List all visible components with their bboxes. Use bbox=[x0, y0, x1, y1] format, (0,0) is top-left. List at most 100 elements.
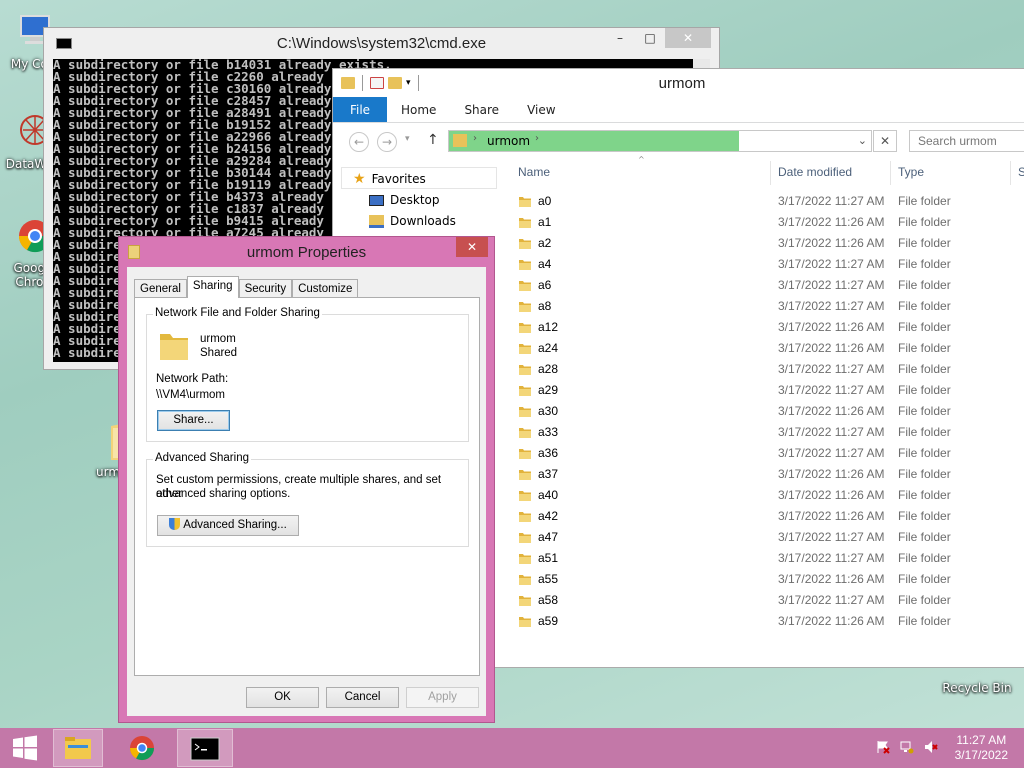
taskbar-explorer[interactable] bbox=[53, 729, 103, 767]
volume-muted-icon[interactable] bbox=[924, 740, 938, 754]
nav-item-desktop[interactable]: Desktop bbox=[369, 193, 440, 207]
file-type: File folder bbox=[898, 278, 951, 292]
file-row[interactable]: a30 3/17/2022 11:26 AM File folder bbox=[518, 401, 1024, 422]
path-input[interactable]: › urmom › ⌄ bbox=[448, 130, 872, 152]
file-name: a51 bbox=[538, 551, 559, 565]
tab-file[interactable]: File bbox=[333, 97, 387, 122]
file-row[interactable]: a36 3/17/2022 11:27 AM File folder bbox=[518, 443, 1024, 464]
file-type: File folder bbox=[898, 299, 951, 313]
recent-locations-button[interactable]: ▾ bbox=[405, 134, 410, 144]
file-row[interactable]: a0 3/17/2022 11:27 AM File folder bbox=[518, 191, 1024, 212]
back-button[interactable]: ← bbox=[349, 132, 369, 152]
nav-item-downloads[interactable]: Downloads bbox=[369, 214, 456, 228]
folder-icon bbox=[519, 344, 531, 354]
advanced-sharing-button[interactable]: Advanced Sharing... bbox=[157, 515, 299, 536]
file-row[interactable]: a37 3/17/2022 11:26 AM File folder bbox=[518, 464, 1024, 485]
network-icon[interactable] bbox=[900, 740, 914, 754]
column-divider[interactable] bbox=[770, 161, 771, 185]
column-header-size[interactable]: S bbox=[1018, 165, 1024, 179]
chevron-down-icon[interactable]: ⌄ bbox=[858, 134, 867, 147]
file-row[interactable]: a24 3/17/2022 11:26 AM File folder bbox=[518, 338, 1024, 359]
file-row[interactable]: a2 3/17/2022 11:26 AM File folder bbox=[518, 233, 1024, 254]
tab-share[interactable]: Share bbox=[450, 97, 513, 122]
close-button[interactable]: ✕ bbox=[456, 237, 488, 257]
column-header-name[interactable]: Name bbox=[518, 165, 550, 179]
taskbar-cmd[interactable] bbox=[177, 729, 233, 767]
properties-dialog[interactable]: urmom Properties ✕ General Sharing Secur… bbox=[118, 236, 495, 723]
file-type: File folder bbox=[898, 614, 951, 628]
file-row[interactable]: a1 3/17/2022 11:26 AM File folder bbox=[518, 212, 1024, 233]
clock[interactable]: 11:27 AM 3/17/2022 bbox=[955, 733, 1008, 763]
file-type: File folder bbox=[898, 488, 951, 502]
downloads-icon bbox=[369, 214, 384, 228]
file-date: 3/17/2022 11:27 AM bbox=[778, 278, 885, 292]
folder-icon bbox=[519, 218, 531, 228]
file-row[interactable]: a58 3/17/2022 11:27 AM File folder bbox=[518, 590, 1024, 611]
file-row[interactable]: a6 3/17/2022 11:27 AM File folder bbox=[518, 275, 1024, 296]
tab-sharing[interactable]: Sharing bbox=[186, 276, 239, 298]
file-date: 3/17/2022 11:27 AM bbox=[778, 530, 885, 544]
file-row[interactable]: a33 3/17/2022 11:27 AM File folder bbox=[518, 422, 1024, 443]
folder-icon bbox=[519, 302, 531, 312]
column-header-date[interactable]: Date modified bbox=[778, 165, 852, 179]
cmd-icon bbox=[190, 737, 220, 761]
file-row[interactable]: a42 3/17/2022 11:26 AM File folder bbox=[518, 506, 1024, 527]
tab-home[interactable]: Home bbox=[387, 97, 450, 122]
folder-icon bbox=[519, 575, 531, 585]
file-name: a37 bbox=[538, 467, 559, 481]
file-type: File folder bbox=[898, 593, 951, 607]
minimize-button[interactable]: – bbox=[605, 28, 635, 48]
maximize-button[interactable]: □ bbox=[635, 28, 665, 48]
column-divider[interactable] bbox=[1010, 161, 1011, 185]
forward-button[interactable]: → bbox=[377, 132, 397, 152]
file-row[interactable]: a55 3/17/2022 11:26 AM File folder bbox=[518, 569, 1024, 590]
file-row[interactable]: a29 3/17/2022 11:27 AM File folder bbox=[518, 380, 1024, 401]
breadcrumb-chevron-icon[interactable]: › bbox=[473, 133, 477, 144]
explorer-titlebar[interactable]: ▾ urmom bbox=[333, 69, 1024, 97]
folder-icon bbox=[519, 428, 531, 438]
file-row[interactable]: a8 3/17/2022 11:27 AM File folder bbox=[518, 296, 1024, 317]
action-center-flag-icon[interactable] bbox=[876, 740, 890, 754]
advanced-sharing-label: Advanced Sharing... bbox=[183, 519, 287, 531]
file-row[interactable]: a51 3/17/2022 11:27 AM File folder bbox=[518, 548, 1024, 569]
sort-indicator-icon: ^ bbox=[638, 155, 645, 164]
file-name: a42 bbox=[538, 509, 559, 523]
taskbar-chrome[interactable] bbox=[117, 729, 167, 767]
file-name: a47 bbox=[538, 530, 559, 544]
folder-icon bbox=[519, 323, 531, 333]
file-row[interactable]: a59 3/17/2022 11:26 AM File folder bbox=[518, 611, 1024, 632]
close-button[interactable]: ✕ bbox=[665, 28, 711, 48]
address-bar: ← → ▾ ↑ › urmom › ⌄ ✕ Search urmom bbox=[333, 125, 1024, 157]
windows-logo-icon bbox=[13, 735, 37, 761]
file-date: 3/17/2022 11:27 AM bbox=[778, 299, 885, 313]
tab-security[interactable]: Security bbox=[238, 279, 293, 298]
file-date: 3/17/2022 11:27 AM bbox=[778, 551, 885, 565]
ok-button[interactable]: OK bbox=[246, 687, 319, 708]
file-name: a24 bbox=[538, 341, 559, 355]
cmd-titlebar[interactable]: C:\Windows\system32\cmd.exe – □ ✕ bbox=[44, 28, 719, 58]
share-button[interactable]: Share... bbox=[157, 410, 230, 431]
refresh-button[interactable]: ✕ bbox=[873, 130, 897, 152]
search-input[interactable]: Search urmom bbox=[909, 130, 1024, 152]
file-row[interactable]: a28 3/17/2022 11:27 AM File folder bbox=[518, 359, 1024, 380]
tab-customize[interactable]: Customize bbox=[292, 279, 359, 298]
column-divider[interactable] bbox=[890, 161, 891, 185]
cancel-button[interactable]: Cancel bbox=[326, 687, 399, 708]
file-row[interactable]: a4 3/17/2022 11:27 AM File folder bbox=[518, 254, 1024, 275]
file-row[interactable]: a40 3/17/2022 11:26 AM File folder bbox=[518, 485, 1024, 506]
tab-general[interactable]: General bbox=[134, 279, 187, 298]
file-name: a36 bbox=[538, 446, 559, 460]
breadcrumb-chevron-icon[interactable]: › bbox=[535, 133, 539, 144]
nav-item-favorites[interactable]: ★ Favorites bbox=[353, 171, 426, 187]
apply-button[interactable]: Apply bbox=[406, 687, 479, 708]
tab-view[interactable]: View bbox=[513, 97, 569, 122]
breadcrumb-urmom[interactable]: urmom bbox=[487, 134, 530, 148]
folder-icon bbox=[519, 365, 531, 375]
properties-titlebar[interactable]: urmom Properties ✕ bbox=[119, 237, 494, 267]
file-row[interactable]: a47 3/17/2022 11:27 AM File folder bbox=[518, 527, 1024, 548]
column-header-type[interactable]: Type bbox=[898, 165, 924, 179]
up-button[interactable]: ↑ bbox=[427, 132, 439, 148]
start-button[interactable] bbox=[0, 729, 50, 767]
file-type: File folder bbox=[898, 467, 951, 481]
file-row[interactable]: a12 3/17/2022 11:26 AM File folder bbox=[518, 317, 1024, 338]
